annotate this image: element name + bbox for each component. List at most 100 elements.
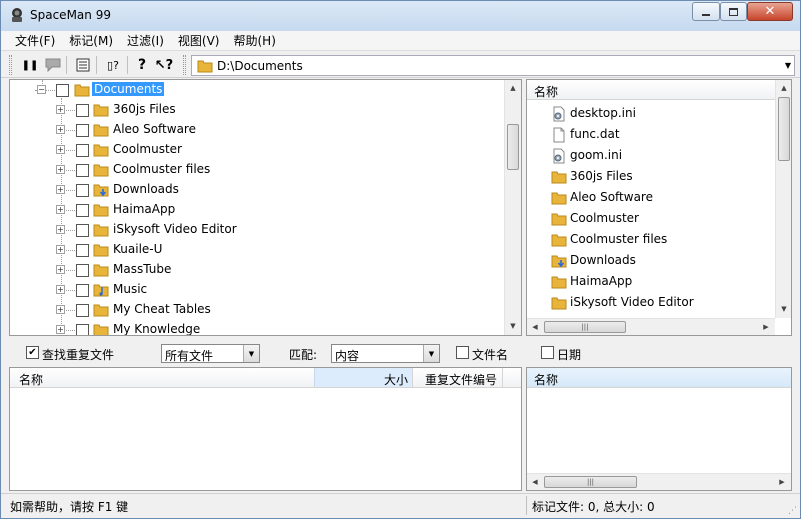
expand-icon[interactable]: + [56, 325, 65, 334]
tree-item[interactable]: + Coolmuster files [10, 160, 490, 180]
collapse-icon[interactable]: − [37, 85, 46, 94]
tree-root-documents[interactable]: − Documents [10, 80, 490, 100]
tree-label[interactable]: MassTube [113, 262, 171, 276]
menu-view[interactable]: 视图(V) [171, 32, 227, 49]
duplicate-results[interactable]: 名称 大小 重复文件编号 ⌃ [9, 367, 522, 491]
scroll-thumb[interactable] [778, 97, 790, 161]
tree-item[interactable]: + Kuaile-U [10, 240, 490, 260]
expand-icon[interactable]: + [56, 105, 65, 114]
tree-checkbox[interactable] [56, 84, 69, 97]
tree-checkbox[interactable] [76, 124, 89, 137]
date-checkbox[interactable] [541, 346, 554, 359]
close-button[interactable]: ✕ [747, 2, 793, 21]
expand-icon[interactable]: + [56, 185, 65, 194]
tree-item[interactable]: + Downloads [10, 180, 490, 200]
tree-label[interactable]: iSkysoft Video Editor [113, 222, 237, 236]
expand-icon[interactable]: + [56, 165, 65, 174]
maximize-button[interactable] [720, 2, 747, 21]
column-name[interactable]: 名称 [534, 371, 558, 388]
tree-item[interactable]: + Music [10, 280, 490, 300]
expand-icon[interactable]: + [56, 305, 65, 314]
tree-label[interactable]: 360js Files [113, 102, 176, 116]
tree-label[interactable]: Coolmuster files [113, 162, 210, 176]
tree-item[interactable]: + Coolmuster [10, 140, 490, 160]
menu-file[interactable]: 文件(F) [8, 32, 62, 49]
help-doc-button[interactable]: ▯? [101, 55, 125, 75]
tree-checkbox[interactable] [76, 184, 89, 197]
column-duplicate-number[interactable]: 重复文件编号 [425, 371, 497, 388]
scroll-left-icon[interactable]: ◀ [527, 474, 543, 490]
scroll-thumb[interactable]: ||| [544, 321, 626, 333]
file-list-item[interactable]: 360js Files [527, 166, 767, 187]
file-list-item[interactable]: Downloads [527, 250, 767, 271]
comment-button[interactable] [43, 55, 63, 75]
tree-item[interactable]: +360js Files [10, 100, 490, 120]
tree-item[interactable]: + HaimaApp [10, 200, 490, 220]
scroll-right-icon[interactable]: ▶ [774, 474, 790, 490]
tree-label[interactable]: My Knowledge [113, 322, 200, 335]
toolbar-grip[interactable] [183, 55, 186, 75]
file-list-item[interactable]: Coolmuster files [527, 229, 767, 250]
tree-checkbox[interactable] [76, 224, 89, 237]
file-list-item[interactable]: goom.ini [527, 145, 767, 166]
scroll-left-icon[interactable]: ◀ [527, 319, 543, 335]
tree-label[interactable]: HaimaApp [113, 202, 175, 216]
expand-icon[interactable]: + [56, 245, 65, 254]
expand-icon[interactable]: + [56, 125, 65, 134]
expand-icon[interactable]: + [56, 225, 65, 234]
tree-label[interactable]: Coolmuster [113, 142, 182, 156]
properties-button[interactable] [73, 55, 93, 75]
duplicate-detail[interactable]: 名称 ⌃ ◀ ||| ▶ [526, 367, 792, 491]
pause-button[interactable]: ❚❚ [20, 55, 40, 75]
path-combobox[interactable]: D:\Documents ▼ [191, 55, 795, 76]
tree-label[interactable]: Kuaile-U [113, 242, 162, 256]
menu-help[interactable]: 帮助(H) [226, 32, 282, 49]
help-button[interactable]: ? [132, 55, 152, 75]
tree-label[interactable]: My Cheat Tables [113, 302, 211, 316]
tree-label[interactable]: Downloads [113, 182, 179, 196]
tree-item[interactable]: + My Knowledge [10, 320, 490, 335]
menu-mark[interactable]: 标记(M) [62, 32, 120, 49]
tree-item[interactable]: + Aleo Software [10, 120, 490, 140]
tree-label[interactable]: Aleo Software [113, 122, 196, 136]
file-list-item[interactable]: Aleo Software [527, 187, 767, 208]
tree-checkbox[interactable] [76, 204, 89, 217]
tree-checkbox[interactable] [76, 104, 89, 117]
file-list-vertical-scrollbar[interactable]: ▲ ▼ [775, 80, 791, 318]
tree-item[interactable]: + MassTube [10, 260, 490, 280]
tree-checkbox[interactable] [76, 164, 89, 177]
expand-icon[interactable]: + [56, 205, 65, 214]
tree-checkbox[interactable] [76, 284, 89, 297]
resize-grip-icon[interactable]: ⋰ [788, 506, 797, 516]
tree-label[interactable]: Documents [92, 82, 165, 96]
tree-checkbox[interactable] [76, 304, 89, 317]
tree-checkbox[interactable] [76, 264, 89, 277]
tree-label[interactable]: Music [113, 282, 147, 296]
tree-checkbox[interactable] [76, 324, 89, 335]
match-select[interactable]: 内容 ▼ [331, 344, 440, 363]
file-list[interactable]: 名称 desktop.ini func.dat goom.ini 360js File… [526, 79, 792, 336]
expand-icon[interactable]: + [56, 145, 65, 154]
filename-checkbox[interactable] [456, 346, 469, 359]
file-list-horizontal-scrollbar[interactable]: ◀ ||| ▶ [527, 318, 775, 335]
file-type-select[interactable]: 所有文件 ▼ [161, 344, 260, 363]
toolbar-grip[interactable] [9, 55, 12, 75]
scroll-down-icon[interactable]: ▼ [505, 318, 521, 334]
scroll-down-icon[interactable]: ▼ [776, 301, 791, 317]
detail-horizontal-scrollbar[interactable]: ◀ ||| ▶ [527, 473, 791, 490]
tree-checkbox[interactable] [76, 244, 89, 257]
context-help-button[interactable]: ↖? [154, 55, 174, 75]
scroll-thumb[interactable]: ||| [544, 476, 637, 488]
tree-item[interactable]: + My Cheat Tables [10, 300, 490, 320]
file-list-item[interactable]: Coolmuster [527, 208, 767, 229]
file-list-header[interactable]: 名称 [527, 80, 775, 100]
folder-tree[interactable]: − Documents +360js Files + Aleo Software + Coo… [9, 79, 522, 336]
tree-vertical-scrollbar[interactable]: ▲ ▼ [504, 80, 521, 335]
expand-icon[interactable]: + [56, 285, 65, 294]
scroll-up-icon[interactable]: ▲ [505, 80, 521, 96]
expand-icon[interactable]: + [56, 265, 65, 274]
column-size[interactable]: 大小 [384, 371, 408, 388]
find-duplicates-checkbox[interactable]: ✔ [26, 346, 39, 359]
tree-checkbox[interactable] [76, 144, 89, 157]
column-name[interactable]: 名称 [19, 371, 43, 388]
